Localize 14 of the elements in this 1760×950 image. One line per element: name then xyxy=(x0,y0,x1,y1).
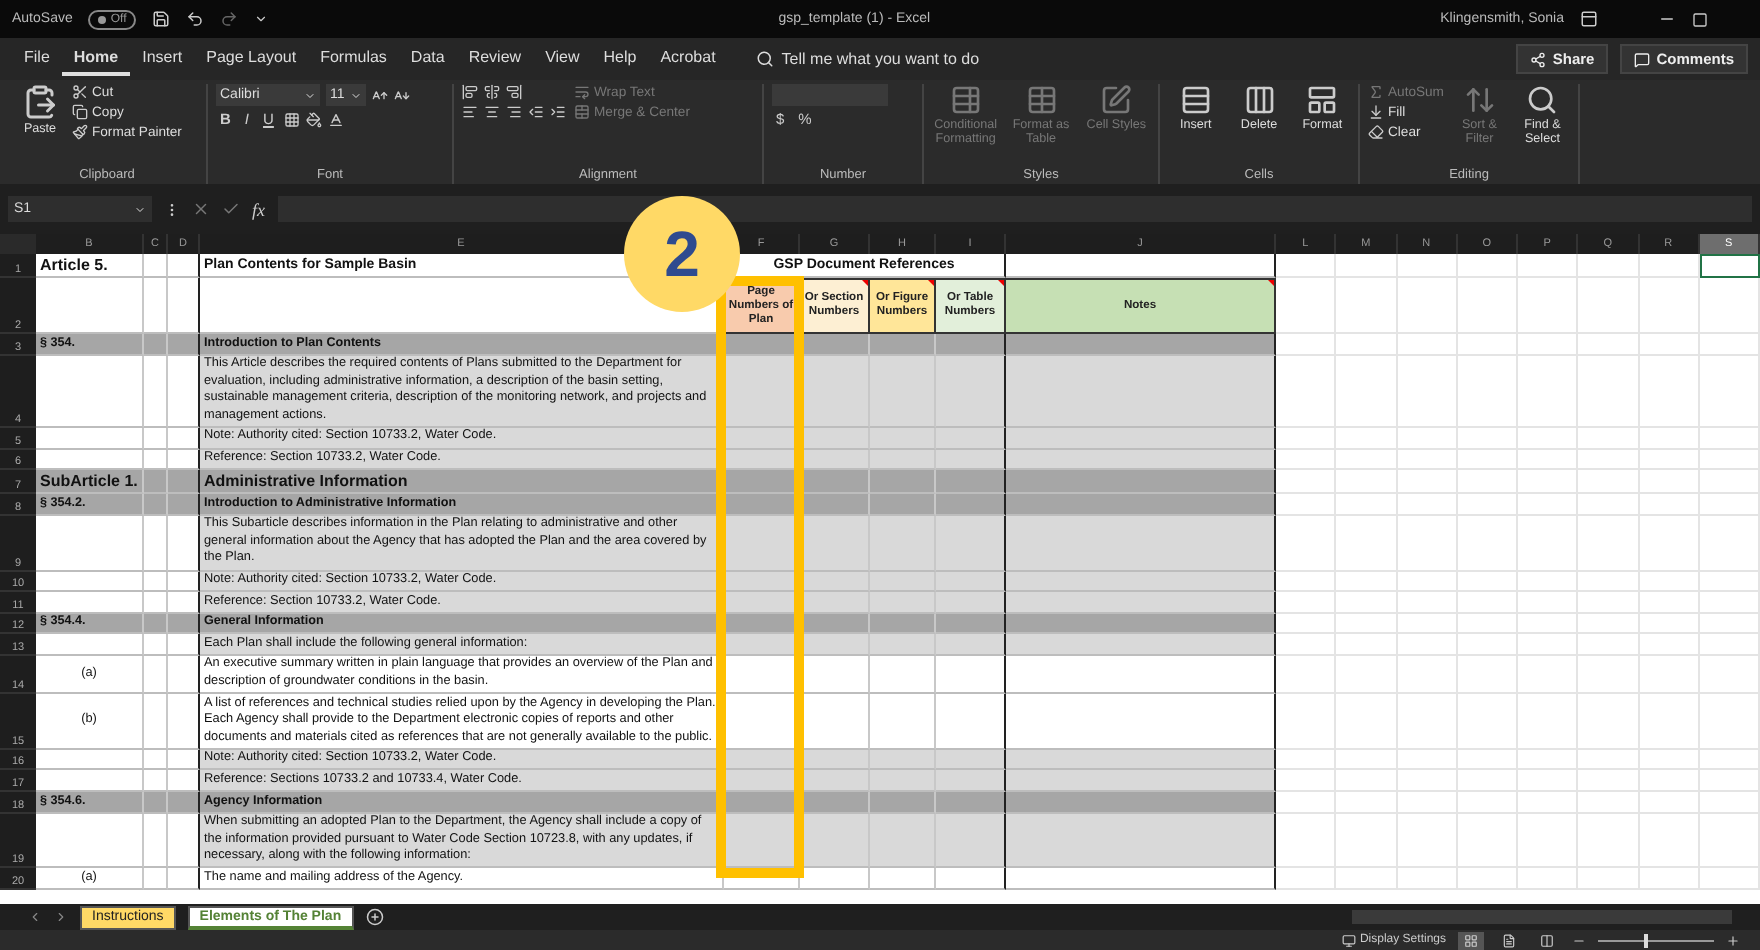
menu-tab[interactable]: Review xyxy=(456,42,534,76)
tell-me-search[interactable]: Tell me what you want to do xyxy=(743,48,1505,70)
menu-tab[interactable]: Insert xyxy=(130,42,195,76)
menu-tab[interactable]: Help xyxy=(591,42,649,76)
table-cell: Article 5. xyxy=(36,254,144,278)
menu-tab[interactable]: View xyxy=(533,42,592,76)
table-cell: SubArticle 1. xyxy=(36,470,144,495)
menu-tab[interactable]: Data xyxy=(398,42,457,76)
menu-tab[interactable]: Formulas xyxy=(308,42,399,76)
menu-tab[interactable]: File xyxy=(12,42,62,76)
menu-tab[interactable]: Home xyxy=(61,42,131,76)
menu-tab[interactable]: Acrobat xyxy=(648,42,728,76)
menu-tab[interactable]: Page Layout xyxy=(194,42,309,76)
insert-function-button[interactable]: fx xyxy=(252,199,265,219)
